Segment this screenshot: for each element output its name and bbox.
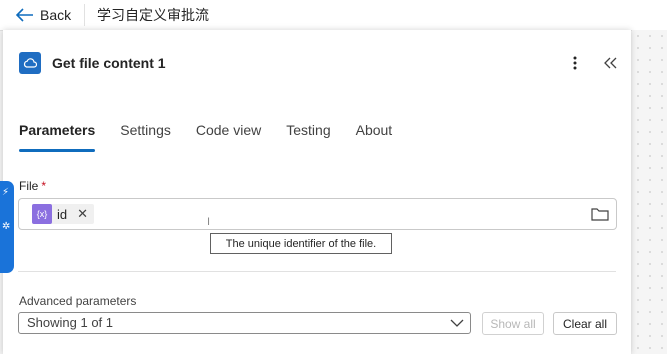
section-divider bbox=[18, 271, 616, 272]
action-details-panel: Get file content 1 Parameters Settings C… bbox=[3, 30, 631, 354]
tab-parameters[interactable]: Parameters bbox=[19, 118, 96, 152]
tab-settings[interactable]: Settings bbox=[120, 118, 171, 148]
folder-icon bbox=[591, 208, 609, 221]
designer-canvas[interactable] bbox=[632, 30, 667, 354]
panel-header: Get file content 1 bbox=[19, 52, 166, 74]
side-assist-tab[interactable]: ⚡ ✲ bbox=[0, 181, 14, 273]
dynamic-content-token[interactable]: {x} id ✕ bbox=[32, 204, 95, 224]
top-bar: Back 学习自定义审批流 bbox=[0, 0, 667, 31]
browse-folder-button[interactable] bbox=[590, 204, 610, 224]
chevron-down-icon bbox=[450, 319, 464, 327]
panel-tabs: Parameters Settings Code view Testing Ab… bbox=[19, 118, 417, 152]
file-label-text: File bbox=[19, 179, 39, 193]
show-all-button[interactable]: Show all bbox=[482, 312, 544, 335]
more-vertical-icon bbox=[573, 56, 577, 70]
assist-icon: ✲ bbox=[2, 221, 11, 232]
file-input[interactable]: {x} id ✕ bbox=[18, 198, 617, 230]
tooltip: The unique identifier of the file. bbox=[210, 233, 392, 254]
collapse-panel-button[interactable] bbox=[601, 52, 621, 74]
double-chevron-left-icon bbox=[604, 57, 617, 69]
tab-testing[interactable]: Testing bbox=[286, 118, 330, 148]
required-marker: * bbox=[41, 179, 47, 193]
onedrive-cloud-icon bbox=[19, 52, 41, 74]
remove-token-icon[interactable]: ✕ bbox=[77, 206, 88, 222]
clear-all-button[interactable]: Clear all bbox=[553, 312, 617, 335]
token-label: id bbox=[57, 206, 68, 222]
text-cursor-icon: I bbox=[207, 216, 211, 228]
back-arrow-icon bbox=[16, 8, 33, 22]
file-field-label: File * bbox=[19, 179, 46, 193]
topbar-divider bbox=[84, 4, 85, 26]
flow-title: 学习自定义审批流 bbox=[97, 7, 209, 23]
back-button[interactable]: Back bbox=[16, 0, 71, 30]
tab-about[interactable]: About bbox=[356, 118, 393, 148]
lightning-icon: ⚡ bbox=[2, 187, 10, 198]
advanced-parameters-dropdown[interactable]: Showing 1 of 1 bbox=[18, 312, 471, 334]
tab-code-view[interactable]: Code view bbox=[196, 118, 261, 148]
expression-variable-icon: {x} bbox=[32, 204, 52, 224]
dropdown-value: Showing 1 of 1 bbox=[27, 315, 114, 330]
advanced-parameters-label: Advanced parameters bbox=[19, 294, 137, 308]
back-label: Back bbox=[40, 7, 72, 23]
more-options-button[interactable] bbox=[566, 52, 584, 74]
panel-title[interactable]: Get file content 1 bbox=[52, 55, 166, 71]
